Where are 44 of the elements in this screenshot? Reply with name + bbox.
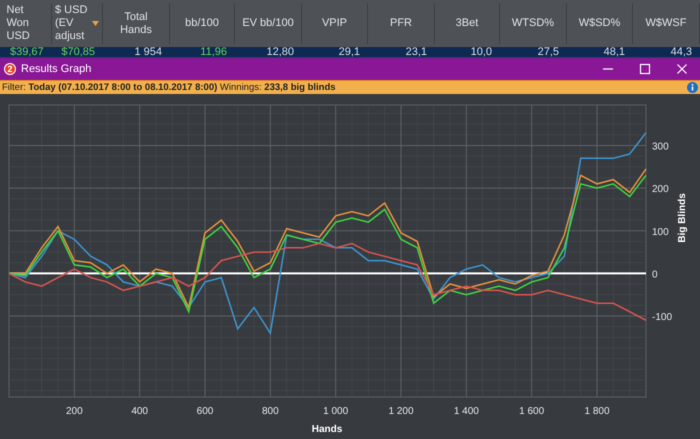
y-tick-label: 300	[652, 142, 669, 152]
x-tick-label: 600	[196, 406, 214, 417]
close-icon[interactable]	[676, 63, 688, 75]
y-axis-label: Big Blinds	[677, 193, 688, 243]
table-cell-text: 27,5	[536, 47, 560, 57]
table-cell-text: $70,85	[60, 47, 96, 57]
y-tick-label: 100	[652, 226, 669, 238]
x-tick-label: 1 200	[388, 406, 414, 417]
table-cell-text: 48,1	[602, 47, 626, 57]
column-header[interactable]: Total Hands	[116, 10, 156, 36]
table-cell-text: 44,3	[670, 47, 693, 57]
column-header[interactable]: 3Bet	[456, 17, 478, 30]
filter-text: Filter: Today (07.10.2017 8:00 to 08.10.2017 8:00) Winnings: 233,8 big blinds	[2, 82, 336, 93]
table-cell-text: 10,0	[470, 47, 493, 57]
column-header[interactable]: WTSD%	[512, 17, 554, 30]
column-header[interactable]: VPIP	[322, 17, 348, 30]
x-tick-label: 1 000	[323, 406, 348, 417]
column-header[interactable]: EV bb/100	[242, 17, 294, 30]
table-cell-text: 29,1	[338, 47, 361, 57]
column-header[interactable]: W$SD%	[578, 17, 620, 30]
info-icon[interactable]	[687, 82, 698, 93]
y-tick-label: -100	[652, 312, 672, 323]
column-header[interactable]: PFR	[390, 17, 412, 30]
column-header[interactable]: W$WSF	[646, 17, 686, 30]
x-tick-label: 1 600	[519, 406, 544, 417]
table-cell-text: 11,96	[199, 47, 228, 57]
table-cell-text: $39,67	[9, 47, 45, 57]
x-tick-label: 400	[131, 406, 148, 417]
x-tick-label: 1 400	[454, 406, 479, 417]
table-cell-text: 23,1	[404, 47, 428, 57]
table-cell-text: 1 954	[133, 47, 163, 57]
column-header[interactable]: $ USD (EV adjust	[55, 4, 89, 43]
maximize-icon[interactable]	[639, 63, 651, 75]
window-title: Results Graph	[21, 63, 92, 75]
x-tick-label: 200	[66, 406, 83, 417]
window-badge: 2	[4, 63, 16, 75]
column-header[interactable]: Net Won USD	[6, 4, 44, 43]
y-tick-label: 0	[652, 269, 658, 280]
y-tick-label: 200	[652, 184, 669, 196]
x-axis-label: Hands	[312, 424, 342, 435]
column-header[interactable]: bb/100	[185, 17, 219, 30]
x-tick-label: 1 800	[584, 406, 610, 417]
table-cell-text: 12,80	[265, 47, 295, 57]
x-tick-label: 800	[262, 406, 279, 417]
